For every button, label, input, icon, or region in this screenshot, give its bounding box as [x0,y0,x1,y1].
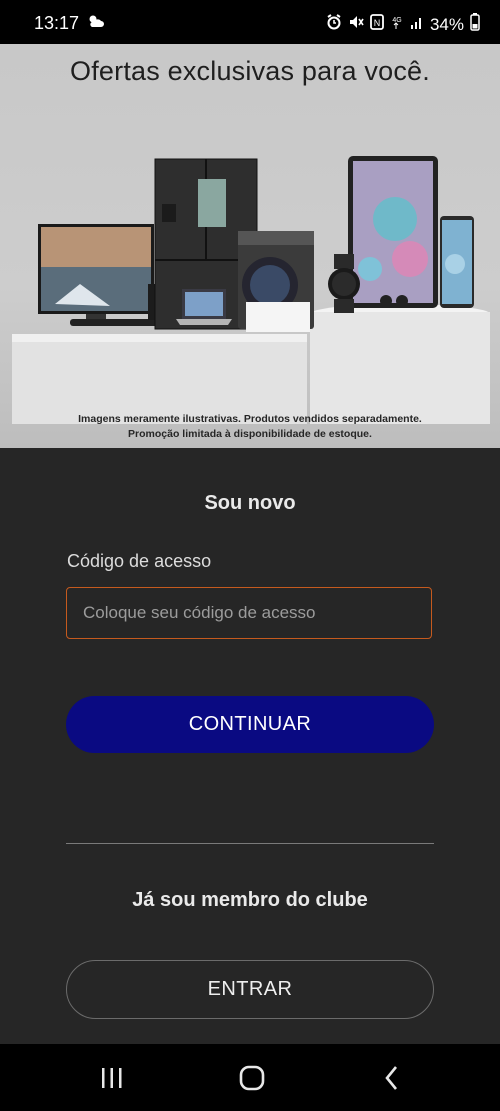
svg-text:N: N [374,18,381,28]
signal-icon [410,14,424,35]
enter-button[interactable]: ENTRAR [66,960,434,1019]
access-code-input[interactable] [66,587,432,639]
weather-icon [87,13,105,34]
section-divider [66,843,434,844]
recent-apps-icon[interactable] [92,1062,132,1094]
battery-level: 34% [429,14,464,34]
banner-disclaimer: Imagens meramente ilustrativas. Produtos… [0,412,500,442]
svg-text:4G: 4G [392,17,401,24]
back-icon[interactable] [372,1062,412,1094]
products-illustration [12,156,490,424]
4g-icon: 4G [390,14,404,35]
disclaimer-line-1: Imagens meramente ilustrativas. Produtos… [78,413,422,425]
navigation-bar [0,1044,500,1111]
new-member-title: Sou novo [204,492,296,514]
status-time: 13:17 [34,13,80,33]
promo-banner: Ofertas exclusivas para você. Imagens me… [0,44,500,448]
home-icon[interactable] [232,1062,272,1094]
existing-member-title: Já sou membro do clube [132,889,368,911]
continue-button[interactable]: CONTINUAR [66,696,434,753]
status-bar: 13:17 N 4G 34% [0,0,500,44]
mute-icon [348,14,364,35]
access-code-label: Código de acesso [67,551,212,571]
alarm-icon [326,14,342,35]
disclaimer-line-2: Promoção limitada à disponibilidade de e… [128,428,372,440]
nfc-icon: N [370,14,384,35]
battery-icon [470,13,480,36]
